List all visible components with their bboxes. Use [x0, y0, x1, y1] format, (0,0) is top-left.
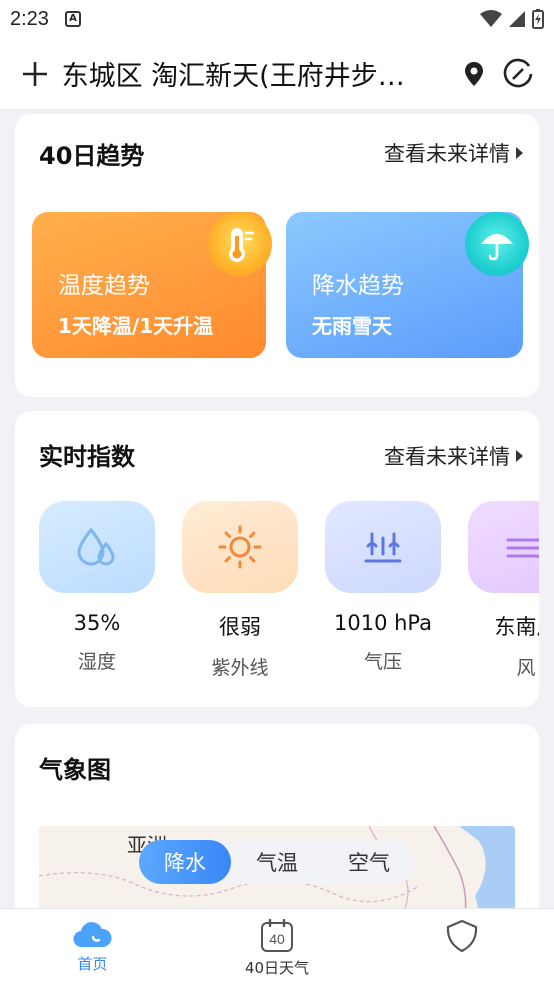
uv-label: 紫外线 — [211, 657, 269, 679]
precipitation-trend-value: 无雨雪天 — [312, 314, 392, 338]
pressure-icon — [325, 501, 441, 593]
bottom-nav: 首页 40 40日天气 — [0, 908, 554, 984]
notification-icon: A — [64, 11, 81, 27]
index-card: 实时指数 查看未来详情 35% 湿度 很弱 紫外线 1010 hPa 气压 东南… — [15, 411, 539, 707]
index-more-label: 查看未来详情 — [384, 445, 510, 469]
calendar-40-icon: 40 — [261, 919, 293, 952]
index-card-title: 实时指数 — [39, 443, 135, 471]
map-card-title: 气象图 — [39, 756, 111, 784]
index-item-humidity[interactable]: 35% 湿度 — [39, 501, 155, 674]
plus-icon — [22, 61, 47, 86]
trend-card: 40日趋势 查看未来详情 温度趋势 1天降温/1天升温 降水趋势 无雨雪天 — [15, 114, 539, 397]
pressure-value: 1010 hPa — [333, 611, 433, 635]
nav-40-day[interactable]: 40 40日天气 — [185, 909, 370, 984]
status-time: 2:23 — [10, 7, 49, 30]
temperature-trend-label: 温度趋势 — [58, 273, 150, 299]
thermometer-icon — [208, 212, 272, 276]
humidity-value: 35% — [73, 611, 121, 635]
map-layer-tabs: 降水 气温 空气 — [139, 840, 415, 884]
humidity-icon — [39, 501, 155, 593]
status-bar: 2:23 A — [0, 0, 554, 38]
trend-more-label: 查看未来详情 — [384, 142, 510, 166]
header: 东城区 淘汇新天(王府井步… — [0, 38, 554, 110]
humidity-label: 湿度 — [77, 651, 116, 673]
pressure-label: 气压 — [363, 651, 402, 673]
index-more-link[interactable]: 查看未来详情 — [384, 441, 523, 471]
shield-icon — [446, 919, 477, 953]
wind-label: 风 — [516, 657, 536, 679]
location-pin-button[interactable] — [461, 59, 487, 89]
nav-40-day-label: 40日天气 — [244, 959, 310, 977]
map-tab-air[interactable]: 空气 — [323, 840, 415, 884]
sun-icon — [182, 501, 298, 593]
wind-value: 东南风 — [494, 615, 540, 639]
precipitation-trend-tile[interactable]: 降水趋势 无雨雪天 — [286, 212, 529, 358]
index-item-pressure[interactable]: 1010 hPa 气压 — [325, 501, 441, 674]
map-tab-temperature[interactable]: 气温 — [231, 840, 323, 884]
nav-home-label: 首页 — [77, 955, 108, 973]
map-tab-precipitation[interactable]: 降水 — [139, 840, 231, 884]
index-item-uv[interactable]: 很弱 紫外线 — [182, 501, 298, 680]
wind-icon — [468, 501, 539, 593]
nav-shield[interactable] — [369, 909, 554, 984]
refresh-icon — [504, 58, 533, 87]
cloud-home-icon — [73, 922, 112, 948]
trend-card-title: 40日趋势 — [39, 142, 145, 170]
temperature-trend-value: 1天降温/1天升温 — [58, 314, 214, 338]
precipitation-trend-label: 降水趋势 — [312, 273, 404, 299]
triangle-right-icon — [516, 147, 523, 159]
triangle-right-icon — [516, 450, 523, 462]
location-pin-icon — [464, 61, 483, 86]
battery-icon — [532, 9, 544, 29]
refresh-button[interactable] — [500, 56, 536, 92]
calendar-badge-text: 40 — [269, 931, 285, 947]
status-icons — [480, 9, 544, 29]
nav-home[interactable]: 首页 — [0, 909, 185, 984]
add-city-button[interactable] — [18, 57, 52, 91]
uv-value: 很弱 — [219, 615, 261, 639]
index-item-wind[interactable]: 东南风 风 — [468, 501, 539, 680]
trend-more-link[interactable]: 查看未来详情 — [384, 138, 523, 168]
location-title[interactable]: 东城区 淘汇新天(王府井步… — [62, 54, 439, 93]
wifi-icon — [480, 10, 502, 27]
temperature-trend-tile[interactable]: 温度趋势 1天降温/1天升温 — [32, 212, 272, 358]
umbrella-icon — [465, 212, 529, 276]
signal-icon — [509, 11, 525, 27]
